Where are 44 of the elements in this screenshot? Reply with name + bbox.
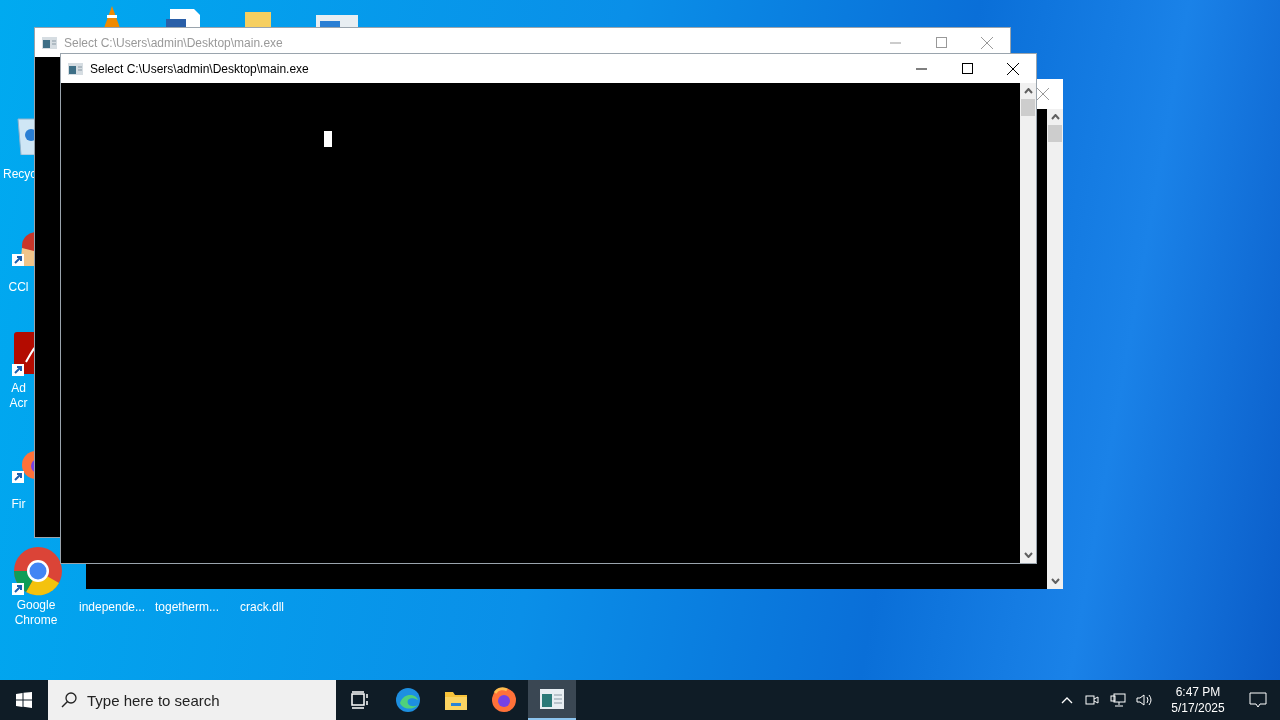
maximize-icon (935, 37, 947, 48)
network-icon (1110, 693, 1126, 707)
folder-icon (245, 12, 271, 28)
search-field[interactable]: Type here to search (48, 680, 336, 720)
clock-time[interactable]: 6:47 PM (1175, 684, 1221, 700)
scrollbar-thumb[interactable] (1048, 125, 1062, 142)
scroll-down-icon (1023, 552, 1033, 558)
edge-browser-icon (395, 687, 421, 713)
window-title: Select C:\Users\admin\Desktop\main.exe (64, 34, 283, 52)
clock-date[interactable]: 5/17/2025 (1171, 700, 1225, 716)
search-icon (61, 692, 77, 708)
desktop-icon-label[interactable]: Fir (3, 497, 34, 512)
scroll-down-icon (1050, 578, 1060, 584)
folder-icon (444, 689, 468, 711)
window-app-icon (68, 62, 83, 75)
desktop-icon-label[interactable]: crack.dll (224, 598, 300, 616)
text-cursor (324, 131, 332, 147)
desktop-icon-label[interactable]: Google Chrome (4, 598, 68, 628)
window-app-icon (540, 689, 564, 709)
camera-icon (1085, 693, 1099, 707)
desktop-icon-label[interactable]: togetherm... (149, 598, 225, 616)
windows-logo-icon (16, 692, 32, 708)
taskbar-app-button[interactable] (528, 680, 576, 720)
vertical-scrollbar[interactable] (1047, 109, 1063, 589)
firefox-icon (491, 687, 517, 713)
vertical-scrollbar[interactable] (1020, 83, 1036, 563)
window-title: Select C:\Users\admin\Desktop\main.exe (90, 60, 309, 78)
desktop-icon-label[interactable]: Ad Acr (3, 381, 34, 411)
close-icon (1007, 62, 1019, 75)
volume-icon (1136, 693, 1153, 707)
maximize-icon (961, 63, 973, 74)
minimize-icon (889, 41, 901, 44)
scrollbar-thumb[interactable] (1021, 99, 1035, 116)
message-icon (1249, 692, 1267, 708)
chevron-up-icon (1061, 696, 1073, 704)
close-icon (981, 36, 993, 49)
task-view-icon (350, 690, 370, 710)
minimize-icon (915, 67, 927, 70)
close-icon (1037, 88, 1049, 100)
desktop-icon-label[interactable]: CCl (3, 280, 34, 295)
window-app-icon (42, 36, 57, 49)
scroll-up-icon (1050, 114, 1060, 120)
desktop-icon-label[interactable]: independe... (74, 598, 150, 616)
scroll-up-icon (1023, 88, 1033, 94)
